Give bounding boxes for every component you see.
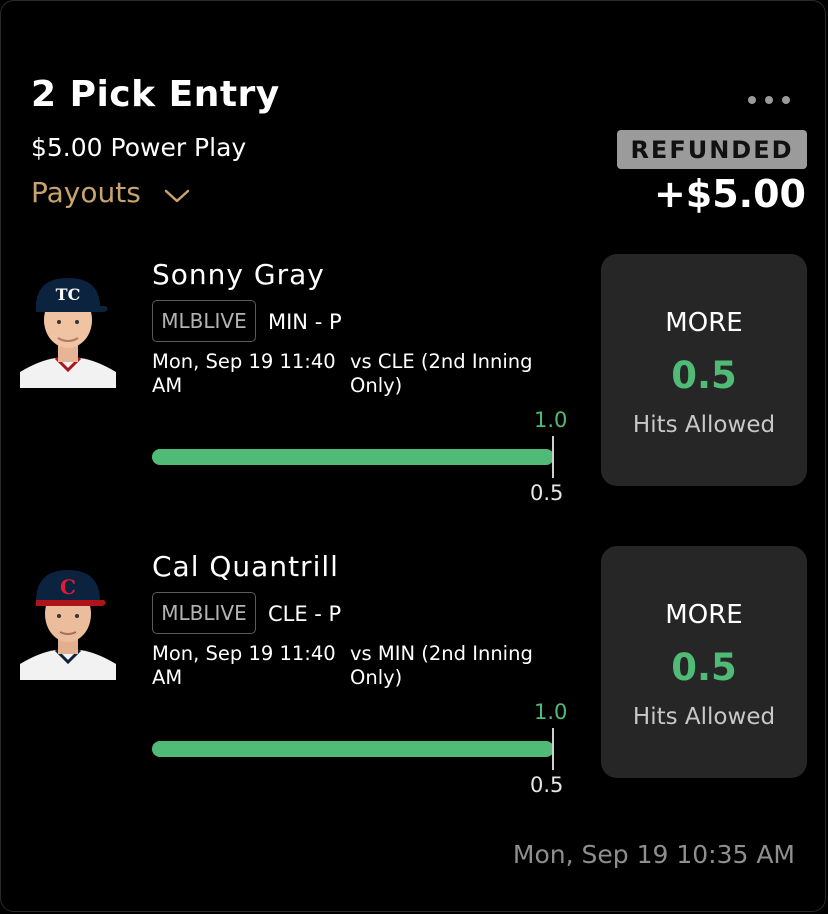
progress-fill — [152, 449, 554, 465]
player-name: Cal Quantrill — [152, 550, 339, 583]
payouts-label: Payouts — [31, 176, 141, 209]
team-position: MIN - P — [268, 310, 342, 334]
league-tag: MLBLIVE — [152, 592, 256, 634]
player-headshot-twins-icon: TC — [20, 268, 116, 388]
pick-stat: Hits Allowed — [632, 412, 776, 438]
line-marker — [552, 728, 554, 770]
entry-title: 2 Pick Entry — [31, 74, 280, 115]
entry-subtitle: $5.00 Power Play — [31, 133, 247, 162]
progress-bar — [152, 741, 554, 757]
payouts-toggle[interactable]: Payouts — [31, 176, 191, 209]
game-time: Mon, Sep 19 11:40 AM — [152, 350, 336, 397]
pick-selection-box[interactable]: MORE 0.5 Hits Allowed — [601, 546, 807, 778]
opponent-info: vs MIN (2nd Inning Only) — [350, 642, 533, 689]
team-position: CLE - P — [268, 602, 342, 626]
pick-line: 0.5 — [671, 354, 737, 397]
pick-direction: MORE — [665, 600, 743, 630]
line-value-label: 0.5 — [530, 481, 564, 505]
progress-fill — [152, 741, 554, 757]
opponent-info: vs CLE (2nd Inning Only) — [350, 350, 533, 397]
status-badge: REFUNDED — [617, 130, 807, 169]
pick-direction: MORE — [665, 308, 743, 338]
actual-value: 1.0 — [534, 408, 568, 432]
pick-selection-box[interactable]: MORE 0.5 Hits Allowed — [601, 254, 807, 486]
pick-line: 0.5 — [671, 646, 737, 689]
chevron-down-icon — [164, 189, 190, 202]
more-options-icon[interactable] — [748, 92, 790, 108]
pick-card[interactable]: C Cal Quantrill MLBLIVE CLE - P Mon, Sep… — [0, 546, 828, 797]
player-name: Sonny Gray — [152, 258, 325, 291]
player-headshot-guardians-icon: C — [20, 560, 116, 680]
game-time: Mon, Sep 19 11:40 AM — [152, 642, 336, 689]
entry-timestamp: Mon, Sep 19 10:35 AM — [512, 840, 795, 869]
pick-stat: Hits Allowed — [632, 704, 776, 730]
league-tag: MLBLIVE — [152, 300, 256, 342]
line-value-label: 0.5 — [530, 773, 564, 797]
line-marker — [552, 436, 554, 478]
svg-text:C: C — [60, 575, 76, 599]
payout-amount: +$5.00 — [653, 172, 806, 216]
progress-bar — [152, 449, 554, 465]
pick-card[interactable]: TC Sonny Gray MLBLIVE MIN - P Mon, Sep 1… — [0, 254, 828, 505]
actual-value: 1.0 — [534, 700, 568, 724]
svg-text:TC: TC — [56, 285, 81, 304]
